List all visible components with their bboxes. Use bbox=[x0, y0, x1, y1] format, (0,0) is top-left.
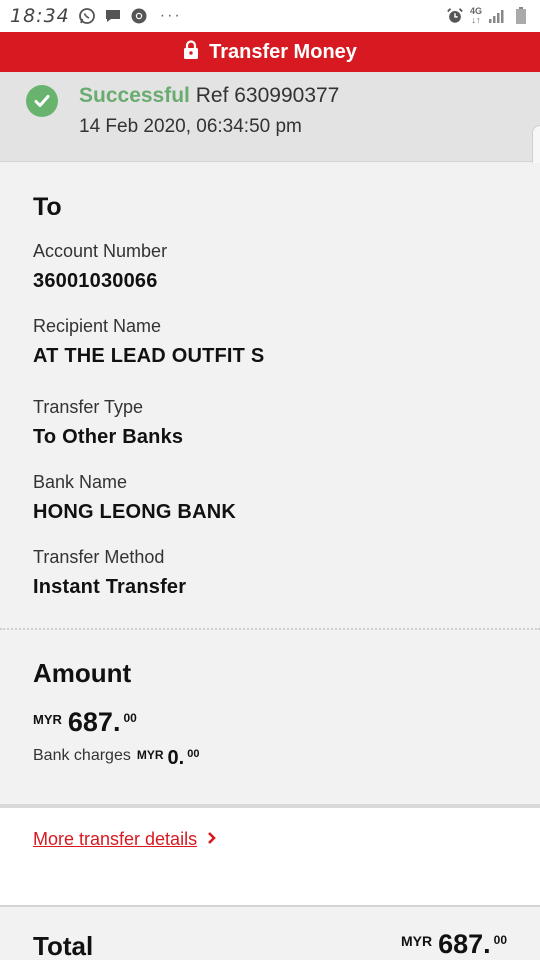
battery-icon bbox=[512, 7, 530, 25]
system-icons: 4G ↓↑ bbox=[446, 7, 530, 25]
field-label: Bank Name bbox=[33, 472, 128, 492]
app-header: Transfer Money bbox=[0, 32, 540, 72]
currency-code: MYR bbox=[33, 712, 62, 727]
status-time: 18:34 bbox=[10, 5, 70, 27]
amount-section: Amount MYR 687. 00 Bank charges MYR 0. 0… bbox=[0, 631, 540, 804]
alarm-icon bbox=[446, 7, 464, 25]
field-value: AT THE LEAD OUTFIT S bbox=[33, 345, 265, 367]
field-label: Recipient Name bbox=[33, 316, 162, 336]
amount-cents: 00 bbox=[123, 711, 137, 725]
divider bbox=[0, 628, 540, 630]
page-title: Transfer Money bbox=[209, 40, 357, 63]
field-account-number: Account Number 36001030066 bbox=[33, 241, 167, 293]
field-transfer-type: Transfer Type To Other Banks bbox=[33, 397, 183, 449]
currency-code: MYR bbox=[136, 748, 164, 762]
currency-code: MYR bbox=[400, 933, 433, 949]
field-value: To Other Banks bbox=[33, 426, 184, 448]
section-title-amount: Amount bbox=[33, 658, 132, 688]
status-bar: 18:34 ··· 4G ↓↑ bbox=[0, 0, 540, 32]
amount-main: 687. bbox=[67, 707, 121, 737]
field-label: Transfer Type bbox=[33, 397, 144, 417]
transaction-datetime: 14 Feb 2020, 06:34:50 pm bbox=[79, 116, 302, 137]
notification-icons bbox=[78, 7, 148, 25]
signal-icon bbox=[488, 7, 506, 25]
field-label: Account Number bbox=[33, 241, 168, 261]
charges-cents: 00 bbox=[187, 748, 200, 760]
field-label: Transfer Method bbox=[33, 547, 165, 567]
reference-number: Ref 630990377 bbox=[195, 84, 340, 107]
field-value: HONG LEONG BANK bbox=[33, 501, 236, 523]
total-main: 687. bbox=[438, 929, 491, 959]
total-amount: MYR 687. 00 bbox=[401, 929, 507, 960]
status-line: Successful Ref 630990377 bbox=[79, 84, 339, 108]
amount-value: MYR 687. 00 bbox=[33, 707, 137, 738]
field-bank-name: Bank Name HONG LEONG BANK bbox=[33, 472, 236, 524]
status-panel: Successful Ref 630990377 14 Feb 2020, 06… bbox=[0, 72, 540, 162]
field-value: Instant Transfer bbox=[33, 576, 187, 598]
more-details-section: More transfer details bbox=[0, 808, 540, 906]
status-result: Successful bbox=[79, 84, 190, 107]
field-transfer-method: Transfer Method Instant Transfer bbox=[33, 547, 186, 599]
charges-main: 0. bbox=[167, 747, 185, 769]
message-icon bbox=[104, 7, 122, 25]
section-title-to: To bbox=[33, 193, 62, 221]
bank-charges: Bank charges MYR 0. 00 bbox=[33, 747, 199, 770]
field-value: 36001030066 bbox=[33, 270, 158, 292]
overflow-indicator: ··· bbox=[159, 7, 182, 24]
check-circle-icon bbox=[26, 85, 58, 117]
total-section: Total MYR 687. 00 bbox=[0, 907, 540, 960]
more-transfer-details-link[interactable]: More transfer details bbox=[33, 828, 217, 851]
field-recipient-name: Recipient Name AT THE LEAD OUTFIT S bbox=[33, 316, 264, 368]
total-cents: 00 bbox=[493, 933, 507, 947]
recipient-section: To Account Number 36001030066 Recipient … bbox=[0, 163, 540, 630]
network-type: 4G ↓↑ bbox=[469, 6, 482, 25]
more-details-label: More transfer details bbox=[33, 829, 198, 849]
bank-charges-label: Bank charges bbox=[33, 747, 131, 764]
chrome-icon bbox=[130, 7, 148, 25]
total-label: Total bbox=[33, 931, 94, 960]
chevron-right-icon bbox=[207, 828, 217, 851]
lock-icon bbox=[183, 39, 199, 65]
whatsapp-icon bbox=[78, 7, 96, 25]
